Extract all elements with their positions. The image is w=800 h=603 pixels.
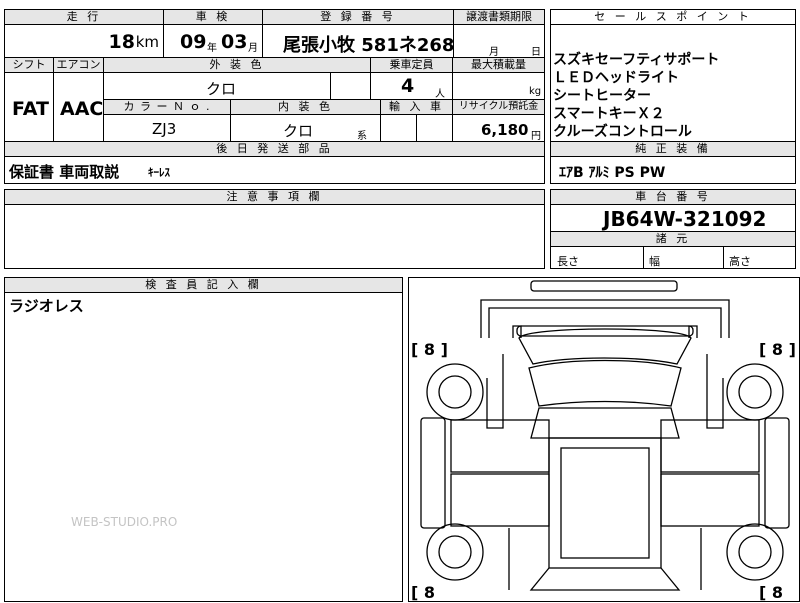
recycle-cell: 6,180 円 (452, 114, 545, 142)
import-cell (380, 114, 453, 142)
capacity-cell: 4 人 (370, 72, 453, 100)
aircon-cell: AAC (53, 72, 104, 142)
color-no-header: カ ラ ー Ｎ ｏ . (103, 99, 231, 115)
delivery-cell: 保証書 車両取説 ｷｰﾚｽ (4, 156, 545, 184)
inspector-cell: ラジオレス WEB-STUDIO.PRO (4, 292, 403, 602)
height-label: 高さ (729, 255, 751, 268)
standard-equipment-value: ｴｱB ｱﾙﾐ PS PW (559, 165, 666, 181)
interior-unit: 系 (357, 131, 367, 142)
aircon-value: AAC (60, 98, 104, 120)
transfer-header: 譲渡書類期限 (453, 9, 545, 25)
watermark: WEB-STUDIO.PRO (71, 515, 178, 529)
inspection-year: 09 (180, 31, 207, 53)
inspector-header: 検 査 員 記 入 欄 (4, 277, 403, 293)
color-no-value: ZJ3 (152, 120, 177, 138)
delivery-value: 保証書 車両取説 (9, 163, 120, 181)
length-label: 長さ (557, 255, 579, 268)
color-no-cell: ZJ3 (103, 114, 231, 142)
mileage-value: 18 (108, 31, 135, 53)
recycle-unit: 円 (531, 131, 541, 142)
recycle-header: リサイクル預託金 (452, 99, 545, 115)
inspection-header: 車 検 (163, 9, 263, 25)
interior-header: 内 装 色 (230, 99, 381, 115)
delivery-header: 後 日 発 送 部 品 (4, 141, 545, 157)
inspection-year-unit: 年 (207, 43, 217, 54)
notes-header: 注 意 事 項 欄 (4, 189, 545, 205)
inspection-month-unit: 月 (248, 43, 258, 54)
exterior-header: 外 装 色 (103, 57, 371, 73)
maxload-header: 最大積載量 (452, 57, 545, 73)
sales-points-cell: スズキセーフティサポート ＬＥＤヘッドライト シートヒーター スマートキーＸ２ … (550, 24, 796, 142)
sales-points-header: セ ー ル ス ポ イ ン ト (550, 9, 796, 25)
exterior-cell: クロ (103, 72, 371, 100)
registration-cell: 尾張小牧 581ネ2681 (262, 24, 467, 58)
import-header: 輸 入 車 (380, 99, 453, 115)
notes-cell (4, 204, 545, 269)
registration-value: 尾張小牧 581ネ2681 (283, 35, 467, 56)
shift-header: シフト (4, 57, 54, 73)
exterior-value: クロ (206, 80, 237, 98)
car-diagram: [ 8 ] [ 8 ] [ 8 [ 8 (408, 277, 800, 602)
shift-value: FAT (12, 98, 49, 120)
dimensions-cell: 長さ 幅 高さ (550, 246, 796, 269)
transfer-month-unit: 月 (489, 47, 499, 58)
interior-value: クロ (283, 122, 314, 140)
inspection-month: 03 (221, 31, 248, 53)
capacity-value: 4 (401, 75, 415, 97)
sales-point-item: シートヒーター (553, 88, 651, 104)
sales-point-item: ＬＥＤヘッドライト (553, 70, 679, 86)
sales-point-item: スマートキーＸ２ (553, 106, 665, 122)
capacity-header: 乗車定員 (370, 57, 453, 73)
recycle-value: 6,180 (481, 121, 529, 139)
mileage-unit: km (135, 33, 159, 51)
inspector-value: ラジオレス (9, 297, 84, 315)
transfer-cell: 月 日 (453, 24, 545, 58)
standard-equipment-cell: ｴｱB ｱﾙﾐ PS PW (550, 156, 796, 184)
car-outline-diagram (420, 280, 790, 591)
maxload-cell: kg (452, 72, 545, 100)
inspection-cell: 09 年 03 月 (163, 24, 263, 58)
maxload-unit: kg (529, 86, 542, 97)
transfer-day-unit: 日 (531, 47, 541, 58)
chassis-header: 車 台 番 号 (550, 189, 796, 205)
mileage-cell: 18 km (4, 24, 164, 58)
mileage-header: 走 行 (4, 9, 164, 25)
tire-rear-left-label: [ 8 (411, 583, 436, 602)
chassis-cell: JB64W-321092 (550, 204, 796, 232)
shift-cell: FAT (4, 72, 54, 142)
interior-cell: クロ 系 (230, 114, 381, 142)
aircon-header: エアコン (53, 57, 104, 73)
tire-front-left-label: [ 8 ] (411, 340, 448, 359)
tire-front-right-label: [ 8 ] (759, 340, 796, 359)
tire-rear-right-label: [ 8 (759, 583, 784, 602)
chassis-value: JB64W-321092 (603, 207, 767, 231)
sales-point-item: クルーズコントロール (553, 124, 692, 140)
dimensions-header: 諸 元 (550, 231, 796, 247)
standard-equipment-header: 純 正 装 備 (550, 141, 796, 157)
capacity-unit: 人 (435, 89, 445, 100)
sales-point-item: スズキセーフティサポート (553, 52, 720, 68)
registration-header: 登 録 番 号 (262, 9, 454, 25)
delivery-value-small: ｷｰﾚｽ (148, 166, 170, 179)
width-label: 幅 (649, 255, 660, 268)
